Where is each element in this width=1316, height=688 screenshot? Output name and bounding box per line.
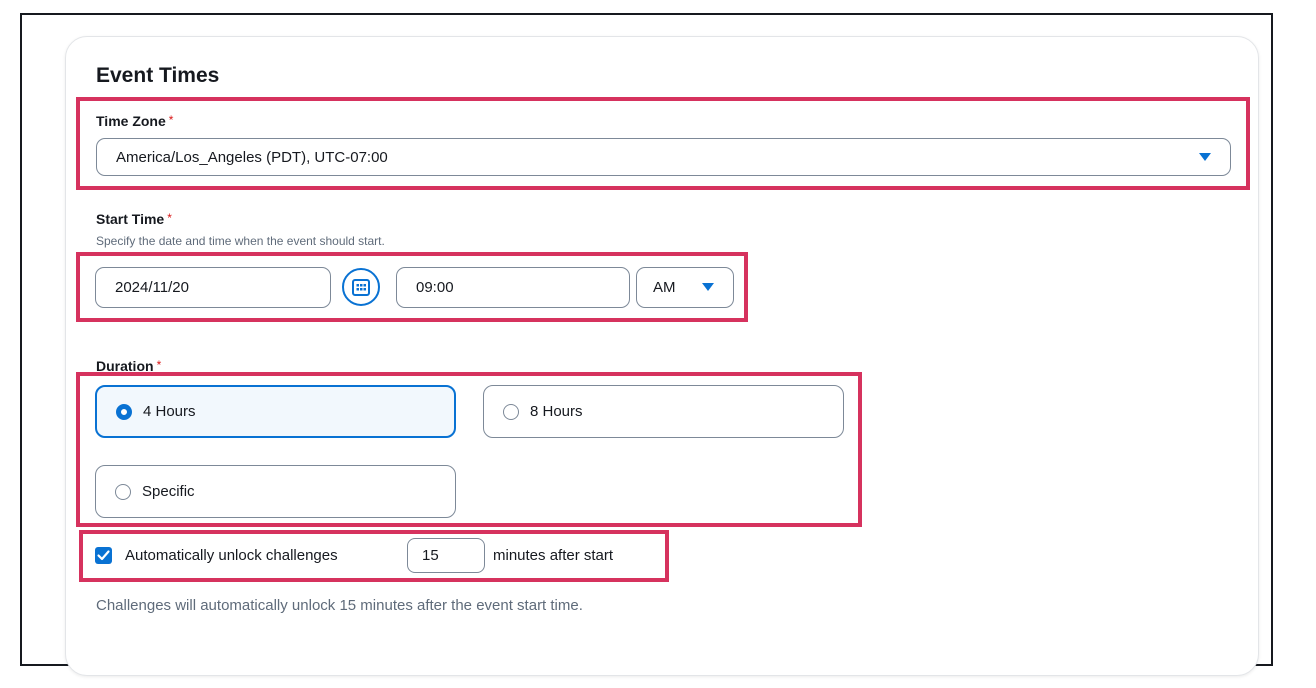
required-asterisk: *	[167, 211, 172, 225]
auto-unlock-note: Challenges will automatically unlock 15 …	[96, 597, 583, 614]
start-time-label: Start Time *	[96, 211, 172, 227]
time-zone-highlight	[76, 97, 1250, 190]
start-time-label-text: Start Time	[96, 211, 165, 227]
required-asterisk: *	[156, 358, 162, 372]
duration-highlight	[76, 372, 862, 527]
section-title: Event Times	[96, 64, 220, 87]
auto-unlock-highlight	[79, 530, 669, 582]
start-time-hint: Specify the date and time when the event…	[96, 234, 385, 248]
start-time-highlight	[76, 252, 748, 322]
